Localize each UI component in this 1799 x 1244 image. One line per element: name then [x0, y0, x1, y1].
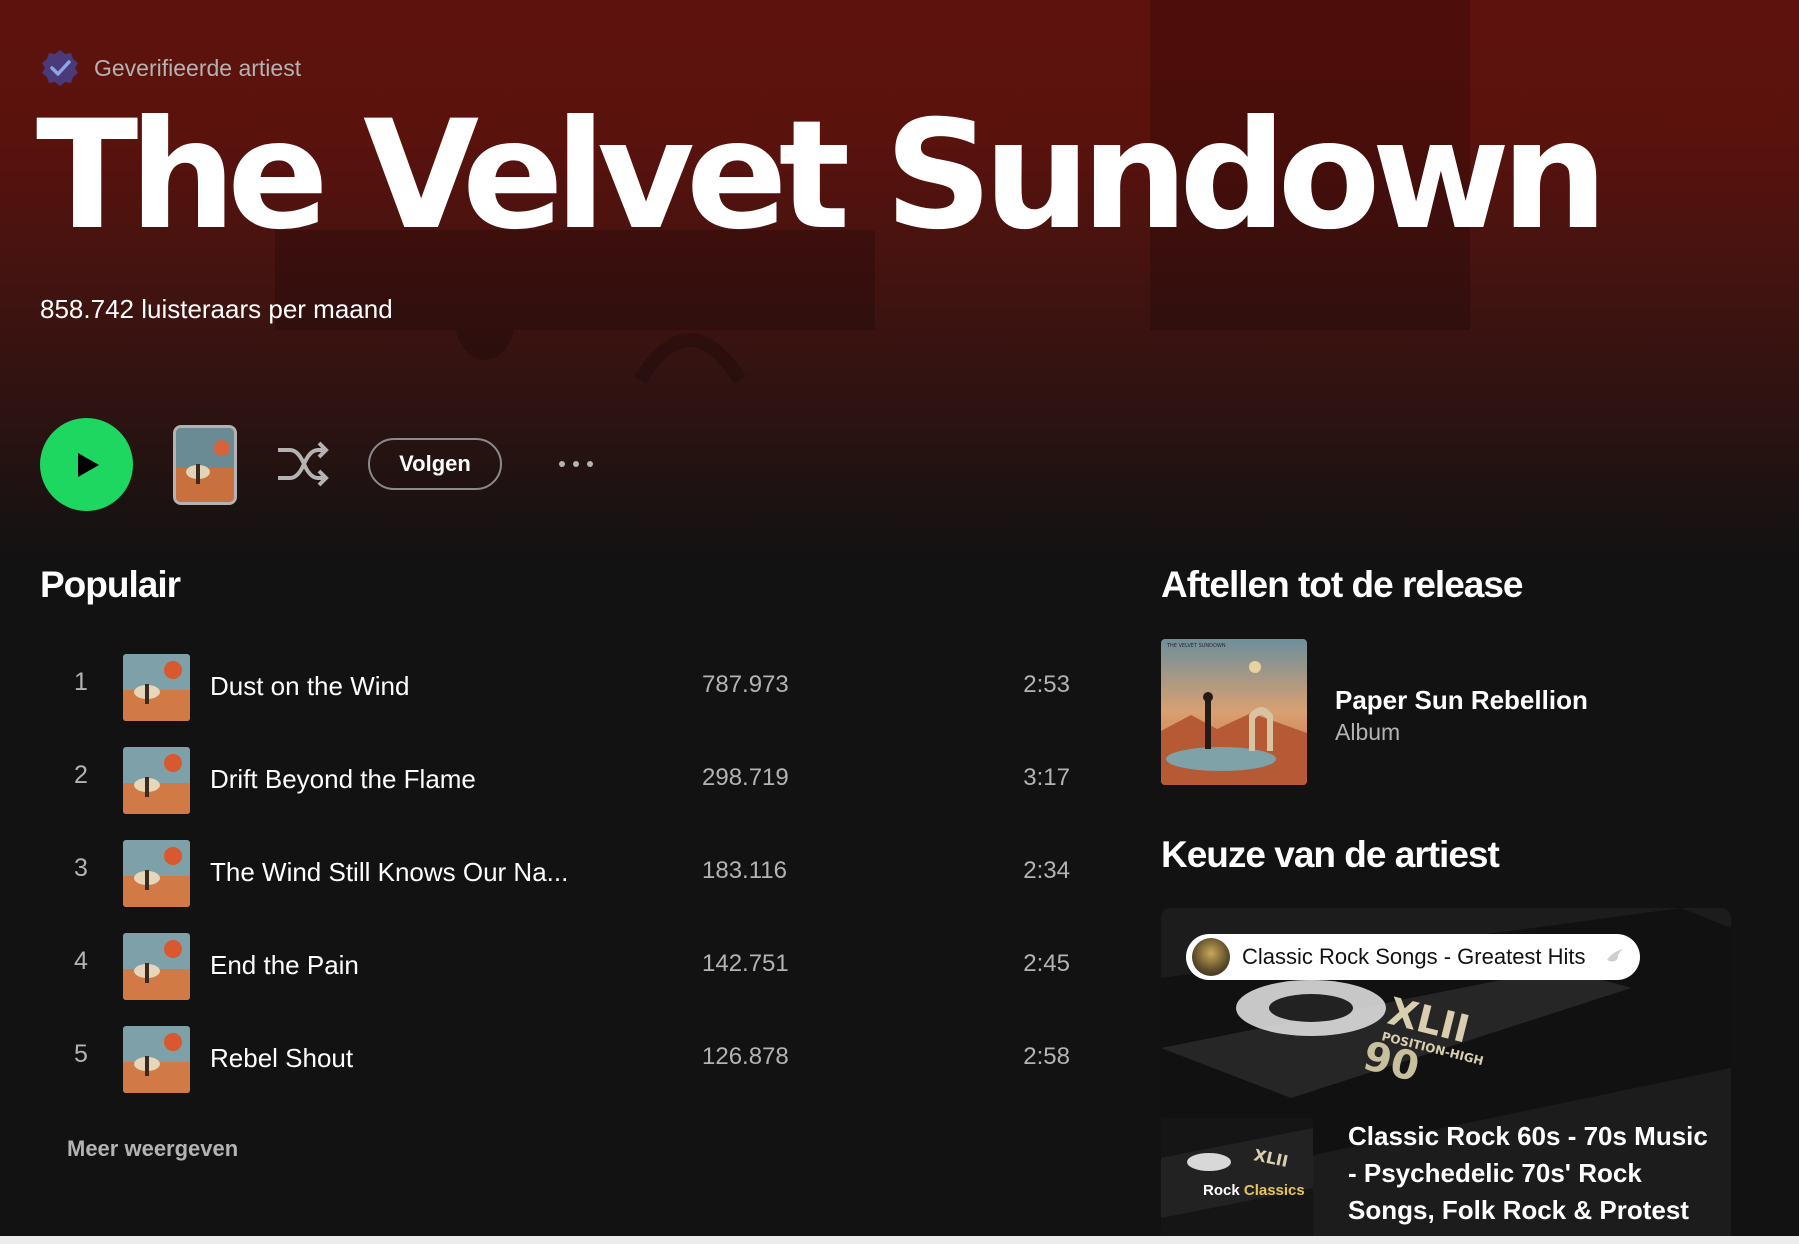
- show-more-link[interactable]: Meer weergeven: [67, 1136, 238, 1162]
- track-duration: 2:53: [1023, 671, 1070, 698]
- track-title[interactable]: Dust on the Wind: [210, 671, 610, 702]
- shuffle-icon[interactable]: [274, 438, 330, 490]
- artist-name: The Velvet Sundown: [36, 89, 1608, 263]
- release-title[interactable]: Paper Sun Rebellion: [1335, 685, 1588, 716]
- popular-section-title: Populair: [40, 564, 181, 605]
- track-cover-image: [123, 933, 190, 1000]
- action-bar: Volgen: [40, 418, 640, 511]
- countdown-section-title: Aftellen tot de release: [1161, 564, 1524, 605]
- track-row[interactable]: 4 End the Pain 142.751 2:45: [40, 917, 1070, 1010]
- track-rank: 5: [74, 1040, 88, 1068]
- popular-track-list: 1 Dust on the Wind 787.973 2:53 2 Drift …: [40, 638, 1070, 1103]
- track-title[interactable]: Rebel Shout: [210, 1043, 610, 1074]
- verified-row: Geverifieerde artiest: [40, 48, 301, 88]
- track-cover-image: [123, 747, 190, 814]
- artist-pick-section-title: Keuze van de artiest: [1161, 834, 1500, 875]
- dot-icon: [587, 461, 593, 467]
- release-cover-image: THE VELVET SUNDOWN: [1161, 639, 1307, 785]
- playlist-avatar: [1192, 938, 1230, 976]
- track-title[interactable]: The Wind Still Knows Our Na...: [210, 857, 610, 888]
- dot-icon: [573, 461, 579, 467]
- playlist-cover-image: XLII Rock Classics: [1161, 1118, 1313, 1244]
- release-cover-caption: THE VELVET SUNDOWN: [1166, 643, 1226, 649]
- track-cover-image: [123, 654, 190, 721]
- upcoming-release-card[interactable]: THE VELVET SUNDOWN Paper Sun Rebellion A…: [1161, 639, 1721, 785]
- track-rank: 1: [74, 668, 88, 696]
- more-options-button[interactable]: [544, 444, 608, 484]
- track-cover-image: [123, 840, 190, 907]
- track-cover-image: [123, 1026, 190, 1093]
- track-title[interactable]: Drift Beyond the Flame: [210, 764, 610, 795]
- preview-art-image: [176, 428, 234, 502]
- window-bottom-edge: [0, 1236, 1799, 1244]
- follow-button[interactable]: Volgen: [368, 438, 502, 490]
- dove-icon: [1606, 949, 1623, 962]
- play-button[interactable]: [40, 418, 133, 511]
- playlist-pill[interactable]: Classic Rock Songs - Greatest Hits: [1186, 934, 1640, 980]
- monthly-listeners: 858.742 luisteraars per maand: [40, 294, 393, 324]
- playlist-description[interactable]: Classic Rock 60s - 70s Music - Psychedel…: [1348, 1118, 1708, 1229]
- track-rank: 3: [74, 854, 88, 882]
- artist-pick-card[interactable]: XLII POSITION-HIGH 90 Classic Rock Songs…: [1161, 908, 1731, 1244]
- track-play-count: 142.751: [702, 950, 789, 977]
- track-duration: 2:45: [1023, 950, 1070, 977]
- track-row[interactable]: 5 Rebel Shout 126.878 2:58: [40, 1010, 1070, 1103]
- track-rank: 2: [74, 761, 88, 789]
- track-row[interactable]: 1 Dust on the Wind 787.973 2:53: [40, 638, 1070, 731]
- playlist-pill-label: Classic Rock Songs - Greatest Hits: [1242, 944, 1586, 969]
- track-play-count: 787.973: [702, 671, 789, 698]
- track-title[interactable]: End the Pain: [210, 950, 610, 981]
- playlist-cover-label: Rock Classics: [1203, 1182, 1305, 1199]
- track-row[interactable]: 3 The Wind Still Knows Our Na... 183.116…: [40, 824, 1070, 917]
- track-play-count: 183.116: [702, 857, 787, 884]
- play-icon: [77, 452, 99, 477]
- track-play-count: 298.719: [702, 764, 789, 791]
- release-type: Album: [1335, 719, 1401, 745]
- dot-icon: [559, 461, 565, 467]
- verified-badge-icon: [42, 50, 78, 86]
- track-row[interactable]: 2 Drift Beyond the Flame 298.719 3:17: [40, 731, 1070, 824]
- track-play-count: 126.878: [702, 1043, 789, 1070]
- track-rank: 4: [74, 947, 88, 975]
- preview-thumbnail[interactable]: [173, 425, 237, 505]
- track-duration: 2:34: [1023, 857, 1070, 884]
- track-duration: 3:17: [1023, 764, 1070, 791]
- track-duration: 2:58: [1023, 1043, 1070, 1070]
- verified-artist-label: Geverifieerde artiest: [94, 54, 302, 81]
